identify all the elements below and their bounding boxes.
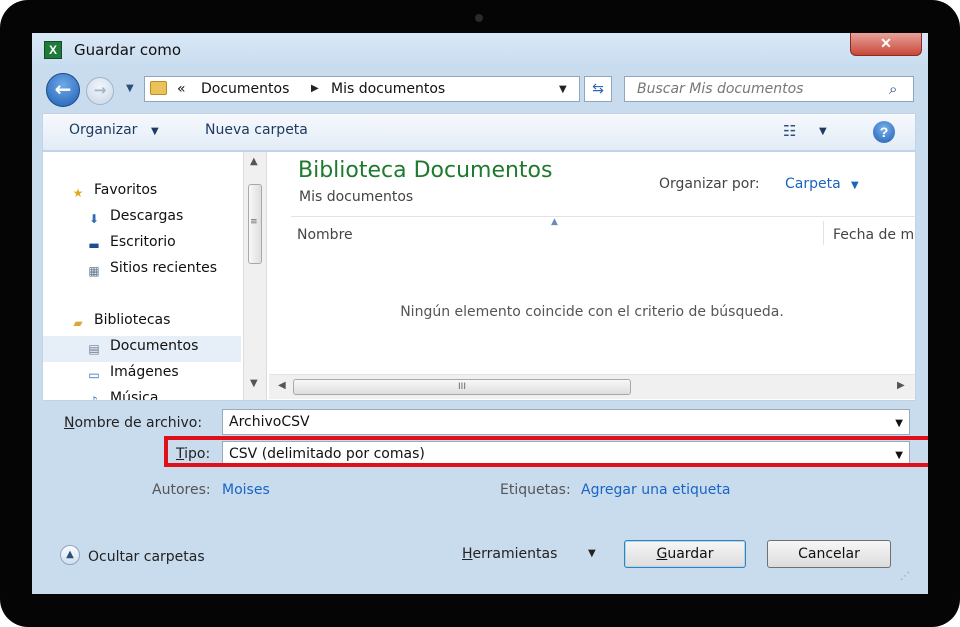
nav-musica[interactable]: ♪Música [85,390,158,400]
star-icon: ★ [72,186,84,200]
organize-menu[interactable]: Organizar [69,122,137,138]
empty-results-message: Ningún elemento coincide con el criterio… [400,304,784,320]
scroll-down-icon[interactable]: ▼ [250,378,258,389]
excel-app-icon: X [44,41,62,59]
forward-button[interactable]: → [86,77,114,105]
organize-caret-icon[interactable]: ▼ [151,126,159,137]
view-options-icon[interactable]: ☷ [783,122,796,140]
recent-places-icon: ▦ [88,264,100,278]
command-bar: Organizar ▼ Nueva carpeta ☷ ▼ ? [42,113,916,151]
nav-vertical-scrollbar[interactable]: ▲ ≡ ▼ [243,152,267,400]
file-list-pane: Biblioteca Documentos Mis documentos Org… [269,152,915,400]
nav-scroll-thumb[interactable]: ≡ [248,184,262,264]
arrange-by-label: Organizar por: [659,176,760,192]
camera-dot [475,14,483,22]
desktop-icon: ▬ [88,238,100,252]
browser-pane: ★ Favoritos ⬇ Descargas ▬ Escritorio ▦ Sitio… [42,151,916,401]
folder-icon [150,81,167,95]
library-subtitle: Mis documentos [299,189,414,205]
search-box[interactable]: Buscar Mis documentos ⌕ [624,76,914,102]
tools-menu[interactable]: Herramientas [462,546,557,562]
refresh-icon[interactable]: ⇆ [584,76,612,102]
nav-favoritos[interactable]: ★ Favoritos [69,182,158,204]
library-title: Biblioteca Documentos [298,158,553,183]
navigation-pane: ★ Favoritos ⬇ Descargas ▬ Escritorio ▦ Sitio… [43,152,243,400]
save-as-dialog: X Guardar como ✕ ← → ▼ « Documentos ▶ Mi… [32,33,928,594]
cancel-button[interactable]: Cancelar [767,540,891,568]
column-divider[interactable] [823,221,824,245]
filename-label: Nombre de archivo: [64,415,203,431]
downloads-folder-icon: ⬇ [88,212,100,226]
nav-imagenes[interactable]: ▭ Imágenes [85,364,178,386]
authors-label: Autores: [152,482,211,498]
filename-dropdown-icon[interactable]: ▼ [895,418,903,429]
tools-caret-icon[interactable]: ▼ [588,548,596,559]
address-bar[interactable]: « Documentos ▶ Mis documentos ▼ [144,76,580,102]
breadcrumb-overflow[interactable]: « [177,81,186,97]
resize-grip-icon[interactable]: ⋰ [900,571,910,582]
arrange-caret-icon[interactable]: ▼ [851,180,859,191]
recent-locations-dropdown[interactable]: ▼ [126,83,134,94]
scroll-right-icon[interactable]: ▶ [897,380,905,391]
window-title: Guardar como [74,41,182,59]
authors-value[interactable]: Moises [222,482,270,498]
search-icon[interactable]: ⌕ [889,80,897,98]
nav-descargas[interactable]: ⬇ Descargas [85,208,183,230]
scroll-up-icon[interactable]: ▲ [250,156,258,167]
breadcrumb-mis-documentos[interactable]: Mis documentos [331,81,445,97]
nav-documentos[interactable]: ▤ Documentos [43,336,241,362]
scroll-left-icon[interactable]: ◀ [278,380,286,391]
column-headers: ▲ Nombre Fecha de modificación [291,216,915,249]
document-icon: ▤ [88,342,100,356]
save-button[interactable]: Guardar [624,540,746,568]
arrange-by-dropdown[interactable]: Carpeta [785,176,841,192]
search-input[interactable]: Buscar Mis documentos [637,81,803,97]
horizontal-scroll-thumb[interactable]: III [293,379,631,395]
tags-value[interactable]: Agregar una etiqueta [581,482,730,498]
tags-label: Etiquetas: [500,482,571,498]
column-name-header[interactable]: Nombre [297,227,353,243]
music-icon: ♪ [85,393,103,400]
title-bar: X Guardar como ✕ [32,33,928,68]
nav-sitios-recientes[interactable]: ▦ Sitios recientes [85,260,217,282]
horizontal-scrollbar[interactable]: ◀ III ▶ [269,374,915,399]
navigation-bar: ← → ▼ « Documentos ▶ Mis documentos ▼ ⇆ … [32,69,928,109]
highlight-box [164,436,928,467]
sort-arrow-icon: ▲ [551,217,558,227]
pictures-icon: ▭ [88,368,100,382]
new-folder-button[interactable]: Nueva carpeta [205,122,308,138]
back-button[interactable]: ← [46,73,80,107]
breadcrumb-separator-icon[interactable]: ▶ [311,83,319,94]
hide-folders-icon[interactable]: ▲ [60,545,80,565]
column-date-header[interactable]: Fecha de modificación [833,227,915,243]
filename-value[interactable]: ArchivoCSV [229,414,310,430]
filename-input[interactable]: ArchivoCSV ▼ [222,409,910,435]
address-dropdown-icon[interactable]: ▼ [559,84,567,95]
nav-escritorio[interactable]: ▬ Escritorio [85,234,175,256]
view-caret-icon[interactable]: ▼ [819,126,827,137]
nav-bibliotecas[interactable]: ▰ Bibliotecas [69,312,170,334]
breadcrumb-documentos[interactable]: Documentos [201,81,289,97]
hide-folders-button[interactable]: Ocultar carpetas [88,549,205,565]
help-icon[interactable]: ? [873,121,895,143]
libraries-icon: ▰ [73,316,83,330]
close-button[interactable]: ✕ [850,33,922,56]
